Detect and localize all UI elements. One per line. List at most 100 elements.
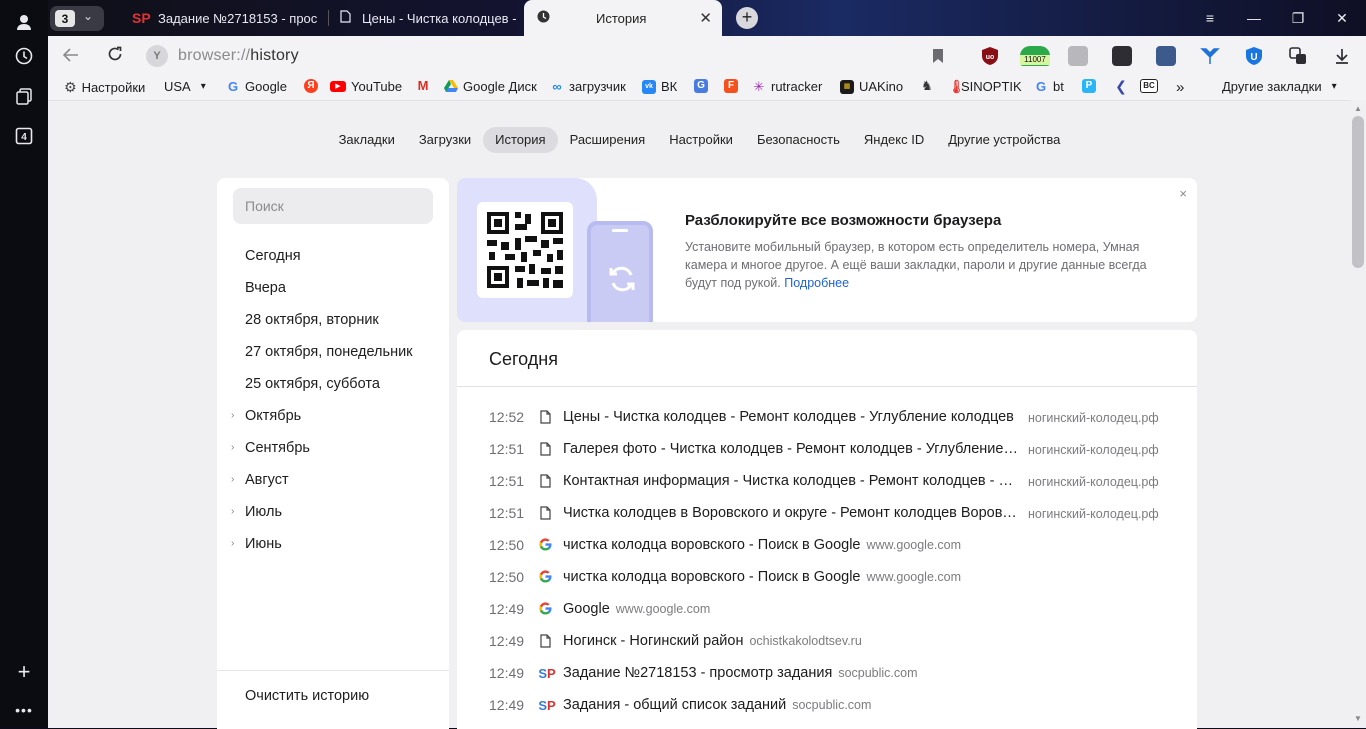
- sidebar-item-label: Сентябрь: [245, 440, 310, 456]
- bookmark-icon[interactable]: [928, 46, 948, 66]
- minimize-icon[interactable]: —: [1244, 8, 1264, 28]
- back-arrow-icon[interactable]: [60, 45, 82, 67]
- bookmark-yandex[interactable]: Я: [304, 79, 323, 93]
- history-row[interactable]: 12:49 Google www.google.com: [457, 594, 1197, 626]
- search-input[interactable]: [233, 188, 433, 224]
- sidebar-item-oct-28[interactable]: 28 октября, вторник: [245, 312, 379, 328]
- arrow-icon[interactable]: [1112, 46, 1132, 66]
- bookmarks-more-button[interactable]: »: [1176, 79, 1184, 96]
- menu-icon[interactable]: ≡: [1200, 8, 1220, 28]
- nav-bookmarks[interactable]: Закладки: [327, 127, 407, 153]
- visit-title[interactable]: Галерея фото - Чистка колодцев - Ремонт …: [563, 441, 1019, 457]
- sidebar-item-september[interactable]: › Сентябрь: [231, 440, 310, 456]
- bookmark-vk[interactable]: vk ВК: [642, 79, 677, 94]
- history-clock-icon[interactable]: [12, 44, 36, 68]
- translate-icon[interactable]: [1288, 46, 1308, 66]
- visit-title[interactable]: чистка колодца воровского - Поиск в Goog…: [563, 537, 961, 553]
- close-icon[interactable]: ×: [1179, 186, 1187, 201]
- bookmark-settings[interactable]: ⚙ Настройки: [64, 79, 145, 96]
- bookmark-youtube[interactable]: ▶ YouTube: [330, 79, 402, 94]
- history-row[interactable]: 12:51 Галерея фото - Чистка колодцев - Ре…: [457, 434, 1197, 466]
- sidebar-item-oct-25[interactable]: 25 октября, суббота: [245, 376, 380, 392]
- drop-icon[interactable]: [1200, 46, 1220, 66]
- sidebar-item-july[interactable]: › Июль: [231, 504, 282, 520]
- nav-security[interactable]: Безопасность: [745, 127, 852, 153]
- sidebar-item-august[interactable]: › Август: [231, 472, 289, 488]
- yandex-browser-icon[interactable]: Y: [146, 45, 168, 67]
- transfer-icon[interactable]: [1156, 46, 1176, 66]
- visit-title[interactable]: Задание №2718153 - просмотр задания socpu…: [563, 665, 918, 681]
- suitcase-icon[interactable]: [1068, 46, 1088, 66]
- history-row[interactable]: 12:49 SP Задания - общий список заданий soc…: [457, 690, 1197, 722]
- other-bookmarks-folder[interactable]: Другие закладки ▾: [1222, 79, 1337, 94]
- nav-downloads[interactable]: Загрузки: [407, 127, 483, 153]
- nav-other-devices[interactable]: Другие устройства: [936, 127, 1072, 153]
- bookmark-f[interactable]: F: [724, 79, 743, 93]
- bookmark-drive[interactable]: Google Диск: [444, 79, 537, 94]
- tab-prices[interactable]: Цены - Чистка колодцев -: [332, 0, 520, 36]
- bookmark-translate[interactable]: G: [694, 79, 713, 93]
- history-row[interactable]: 12:51 Контактная информация - Чистка коло…: [457, 466, 1197, 498]
- visit-title[interactable]: Задания - общий список заданий socpublic.…: [563, 697, 871, 713]
- sidebar-item-october[interactable]: › Октябрь: [231, 408, 301, 424]
- address-bar[interactable]: browser://history: [178, 47, 299, 65]
- bookmark-bt[interactable]: G bt: [1034, 79, 1064, 94]
- more-dots-icon[interactable]: •••: [12, 698, 36, 722]
- bookmark-sinoptik[interactable]: 🌡 SINOPTIK: [948, 79, 1022, 94]
- history-row[interactable]: 12:50 чистка колодца воровского - Поиск в…: [457, 530, 1197, 562]
- bookmark-gmail[interactable]: M: [416, 79, 435, 93]
- profile-icon[interactable]: [12, 10, 36, 34]
- tab-task[interactable]: SP Задание №2718153 - прос: [128, 0, 326, 36]
- history-row[interactable]: 12:52 Цены - Чистка колодцев - Ремонт кол…: [457, 402, 1197, 434]
- sidebar-item-today[interactable]: Сегодня: [245, 248, 301, 264]
- download-icon[interactable]: [1332, 46, 1352, 66]
- bookmark-arrow[interactable]: ❮: [1114, 79, 1133, 93]
- nav-extensions[interactable]: Расширения: [558, 127, 658, 153]
- collections-icon[interactable]: [12, 84, 36, 108]
- tab-history[interactable]: История ✕: [524, 0, 722, 36]
- history-row[interactable]: 12:49 Ногинск - Ногинский район ochistkako…: [457, 626, 1197, 658]
- counter-icon[interactable]: 11007: [1020, 46, 1050, 66]
- sidebar-item-yesterday[interactable]: Вчера: [245, 280, 286, 296]
- bookmark-chess[interactable]: ♞: [920, 79, 939, 93]
- clear-history-button[interactable]: Очистить историю: [245, 688, 369, 704]
- sidebar-item-oct-27[interactable]: 27 октября, понедельник: [245, 344, 413, 360]
- history-row[interactable]: 12:51 Чистка колодцев в Воровского и окру…: [457, 498, 1197, 530]
- bookmark-label: Настройки: [81, 80, 146, 95]
- visit-title[interactable]: Цены - Чистка колодцев - Ремонт колодцев…: [563, 409, 1019, 425]
- visit-title[interactable]: Google www.google.com: [563, 601, 710, 617]
- bookmark-usa[interactable]: USA ▾: [164, 79, 206, 94]
- bookmark-google[interactable]: G Google: [226, 79, 287, 94]
- visit-title[interactable]: Контактная информация - Чистка колодцев …: [563, 473, 1019, 489]
- new-tab-button[interactable]: +: [736, 7, 758, 29]
- bookmark-p[interactable]: P: [1082, 79, 1101, 93]
- history-row[interactable]: 12:50 чистка колодца воровского - Поиск в…: [457, 562, 1197, 594]
- bookmark-bc[interactable]: BC: [1140, 79, 1163, 93]
- scrollbar-thumb[interactable]: [1352, 116, 1364, 268]
- bookmark-uakino[interactable]: ▦ UAKino: [840, 79, 903, 94]
- nav-yandex-id[interactable]: Яндекс ID: [852, 127, 936, 153]
- bookmark-rutracker[interactable]: ✳ rutracker: [752, 79, 823, 94]
- sidebar-item-june[interactable]: › Июнь: [231, 536, 282, 552]
- tab-groups-icon[interactable]: 4: [12, 124, 36, 148]
- history-row[interactable]: 12:49 SP Задание №2718153 - просмотр задан…: [457, 658, 1197, 690]
- visit-title-text: чистка колодца воровского - Поиск в Goog…: [563, 537, 861, 553]
- visit-time: 12:50: [489, 569, 525, 585]
- visit-title[interactable]: чистка колодца воровского - Поиск в Goog…: [563, 569, 961, 585]
- nav-history[interactable]: История: [483, 127, 558, 153]
- scroll-up-icon[interactable]: ▲: [1353, 104, 1363, 114]
- reload-icon[interactable]: [104, 45, 126, 67]
- restore-icon[interactable]: ❐: [1288, 8, 1308, 28]
- visit-title[interactable]: Ногинск - Ногинский район ochistkakolodts…: [563, 633, 862, 649]
- bookmark-loader[interactable]: ∞ загрузчик: [550, 79, 625, 94]
- nav-settings[interactable]: Настройки: [657, 127, 745, 153]
- tab-counter-button[interactable]: 3 ⌄: [50, 6, 104, 31]
- ublock-icon[interactable]: uo: [980, 46, 1000, 66]
- promo-more-link[interactable]: Подробнее: [784, 276, 849, 290]
- scroll-down-icon[interactable]: ▼: [1353, 714, 1363, 724]
- add-panel-icon[interactable]: +: [12, 659, 36, 684]
- close-tab-icon[interactable]: ✕: [699, 9, 712, 27]
- shield-u-icon[interactable]: U: [1244, 46, 1264, 66]
- close-window-icon[interactable]: ✕: [1332, 8, 1352, 28]
- visit-title[interactable]: Чистка колодцев в Воровского и округе - …: [563, 505, 1019, 521]
